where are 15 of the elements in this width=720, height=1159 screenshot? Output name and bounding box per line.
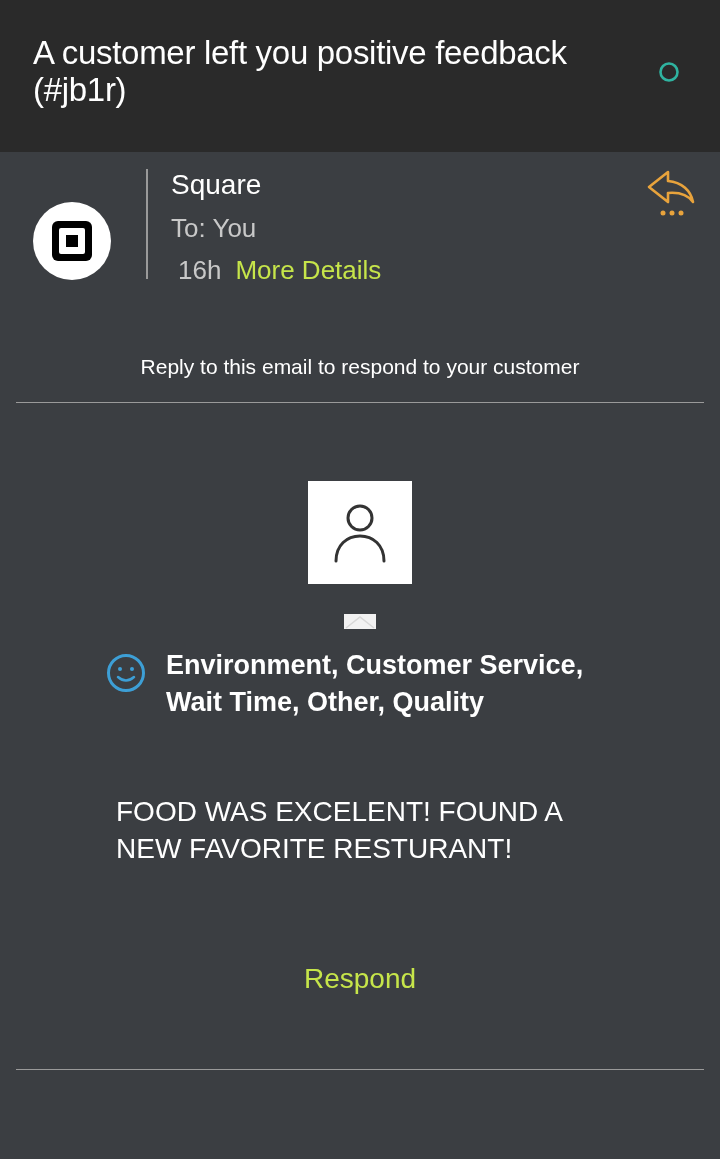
reply-icon[interactable]	[646, 169, 696, 217]
sender-name: Square	[171, 169, 263, 201]
smiley-icon	[106, 653, 146, 693]
more-details-link[interactable]: More Details	[235, 255, 382, 285]
feedback-categories: Environment, Customer Service, Wait Time, Other, Quality	[166, 649, 585, 719]
customer-comment: FOOD WAS EXCELENT! FOUND A NEW FAVORITE RESTURANT!	[116, 795, 563, 866]
respond-button[interactable]: Respond	[295, 959, 425, 999]
person-icon	[333, 502, 387, 563]
recipient-text: To: You	[171, 213, 258, 243]
email-subject: A customer left you positive feedback (#jb1r)	[33, 34, 568, 108]
circle-icon[interactable]	[658, 61, 680, 83]
logo-icon	[33, 202, 111, 280]
time-text: 16h	[178, 255, 222, 285]
envelope-icon	[344, 614, 376, 629]
notice-text: Reply to this email to respond to your customer	[16, 312, 704, 403]
